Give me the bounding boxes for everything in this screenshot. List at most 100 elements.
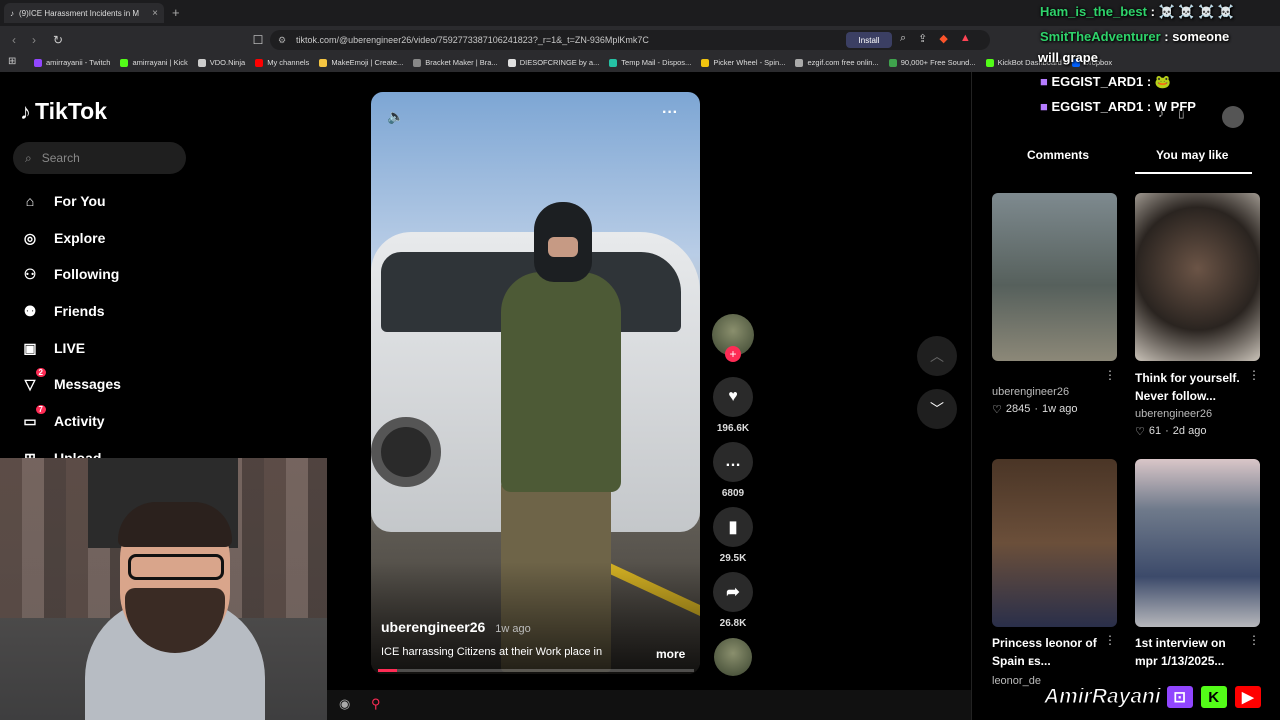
tiktok-favicon-icon: ♪ bbox=[10, 8, 14, 18]
heart-icon[interactable]: ♥ bbox=[713, 377, 753, 417]
sound-avatar[interactable] bbox=[714, 638, 752, 676]
browser-tab[interactable]: ♪ (9)ICE Harassment Incidents in M × bbox=[4, 3, 164, 23]
video-author[interactable]: uberengineer26 1w ago bbox=[381, 619, 531, 635]
card-caption[interactable]: Think for yourself. Never follow... bbox=[1135, 369, 1245, 405]
site-info-icon[interactable]: ⚙ bbox=[278, 35, 286, 46]
video-card-thumbnail[interactable] bbox=[992, 459, 1117, 627]
save-count: 29.5K bbox=[719, 553, 747, 564]
recording-icon[interactable]: ◉ bbox=[339, 696, 350, 712]
share-arrow-icon[interactable]: ➦ bbox=[713, 572, 753, 612]
video-progress-fill bbox=[378, 669, 397, 672]
bookmark-item[interactable]: Picker Wheel - Spin... bbox=[701, 58, 785, 67]
chat-message: Ham_is_the_best : ☠️ ☠️ ☠️ ☠️ bbox=[1040, 4, 1234, 20]
comment-icon[interactable]: … bbox=[713, 442, 753, 482]
twitch-icon: ⊡ bbox=[1164, 684, 1195, 710]
bookmark-save-icon[interactable]: ▮ bbox=[713, 507, 753, 547]
save-action[interactable]: ▮ 29.5K bbox=[712, 507, 754, 564]
close-tab-icon[interactable]: × bbox=[152, 8, 158, 19]
chat-message: ■ EGGIST_ARD1 : W PFP bbox=[1040, 99, 1196, 114]
nav-for-you[interactable]: ⌂ For You bbox=[20, 187, 200, 215]
location-pin-icon[interactable]: ⚲ bbox=[371, 696, 381, 712]
card-user[interactable]: uberengineer26 bbox=[992, 386, 1069, 398]
like-count: 196.6K bbox=[716, 423, 750, 434]
search-icon: ⌕ bbox=[25, 150, 32, 165]
profile-avatar[interactable] bbox=[1222, 106, 1244, 128]
chat-text: will grape bbox=[1038, 50, 1098, 65]
bookmark-item[interactable]: 90,000+ Free Sound... bbox=[888, 58, 976, 67]
bookmark-item[interactable]: My channels bbox=[255, 58, 309, 67]
video-card-thumbnail[interactable] bbox=[1135, 193, 1260, 361]
nav-friends[interactable]: ⚉ Friends bbox=[20, 297, 200, 325]
comment-action[interactable]: … 6809 bbox=[712, 442, 754, 499]
bookmark-item[interactable]: DIESOFCRINGE by a... bbox=[507, 58, 599, 67]
follow-plus-button[interactable]: + bbox=[725, 346, 741, 362]
share-action[interactable]: ➦ 26.8K bbox=[712, 572, 754, 629]
share-icon[interactable]: ⇪ bbox=[918, 32, 927, 45]
webcam-overlay bbox=[0, 458, 327, 720]
bookmark-item[interactable]: Temp Mail - Dispos... bbox=[609, 58, 691, 67]
messages-icon: ▽ 2 bbox=[20, 368, 46, 394]
author-name[interactable]: uberengineer26 bbox=[381, 619, 485, 635]
heart-outline-icon: ♡ bbox=[1135, 426, 1145, 438]
new-tab-button[interactable]: + bbox=[172, 5, 180, 20]
bookmark-item[interactable]: amirrayanii - Twitch bbox=[34, 58, 110, 67]
card-meta: ♡ 61 · 2d ago bbox=[1135, 425, 1207, 438]
nav-messages[interactable]: ▽ 2 Messages bbox=[20, 368, 200, 398]
install-button[interactable]: Install bbox=[846, 32, 892, 48]
officer-body bbox=[501, 272, 621, 492]
rewards-icon[interactable]: ▲ bbox=[960, 32, 971, 45]
card-more-icon[interactable]: ⋮ bbox=[1104, 368, 1116, 382]
nav-explore[interactable]: ◎ Explore bbox=[20, 224, 200, 252]
bookmark-item[interactable]: amirrayani | Kick bbox=[120, 58, 188, 67]
nav-activity[interactable]: ▭ 7 Activity bbox=[20, 405, 200, 435]
video-player[interactable] bbox=[371, 92, 700, 674]
card-caption[interactable]: 1st interview on mpr 1/13/2025... bbox=[1135, 634, 1247, 670]
bracket-icon bbox=[413, 58, 422, 67]
messages-badge: 2 bbox=[35, 368, 46, 377]
bookmark-item[interactable]: MakeEmoji | Create... bbox=[319, 58, 403, 67]
chat-badge-icon: ■ bbox=[1040, 99, 1052, 114]
reload-icon[interactable]: ↻ bbox=[48, 33, 68, 47]
zoom-icon[interactable]: ⌕ bbox=[900, 32, 906, 45]
vdo-ninja-icon bbox=[197, 58, 206, 67]
card-more-icon[interactable]: ⋮ bbox=[1104, 633, 1116, 647]
video-caption: ICE harrassing Citizens at their Work pl… bbox=[381, 646, 603, 658]
nav-following[interactable]: ⚇ Following bbox=[20, 260, 200, 288]
volume-icon[interactable]: 🔈 bbox=[387, 108, 404, 125]
bookmark-item[interactable]: ezgif.com free onlin... bbox=[795, 58, 879, 67]
brave-shield-icon[interactable]: ◆ bbox=[939, 32, 947, 45]
picker-wheel-icon bbox=[701, 58, 710, 67]
heart-outline-icon: ♡ bbox=[992, 404, 1002, 416]
card-caption[interactable]: Princess leonor of Spain ᴇs... bbox=[992, 634, 1104, 670]
video-card-thumbnail[interactable] bbox=[1135, 459, 1260, 627]
card-more-icon[interactable]: ⋮ bbox=[1248, 633, 1260, 647]
apps-grid-icon[interactable]: ⊞ bbox=[8, 56, 16, 67]
tab-you-may-like[interactable]: You may like bbox=[1156, 148, 1228, 162]
forward-icon[interactable]: › bbox=[24, 33, 44, 47]
video-progress-track[interactable] bbox=[378, 669, 694, 672]
browser-actions: ⌕ ⇪ ◆ ▲ bbox=[900, 32, 971, 45]
chat-message: will grape bbox=[1038, 50, 1098, 65]
caption-more-button[interactable]: more bbox=[656, 647, 685, 661]
bookmark-item[interactable]: VDO.Ninja bbox=[197, 58, 245, 67]
like-action[interactable]: ♥ 196.6K bbox=[712, 377, 754, 434]
card-user[interactable]: leonor_de bbox=[992, 675, 1041, 687]
next-video-button[interactable]: ﹀ bbox=[917, 389, 957, 429]
kick-icon: K bbox=[1198, 684, 1229, 710]
more-options-icon[interactable]: ··· bbox=[662, 104, 678, 122]
bookmark-icon[interactable]: ☐ bbox=[248, 33, 268, 47]
taskbar-strip: ◉ ⚲ bbox=[327, 690, 971, 720]
bookmark-item[interactable]: Bracket Maker | Bra... bbox=[413, 58, 498, 67]
nav-live[interactable]: ▣ LIVE bbox=[20, 334, 200, 362]
makeemoji-icon bbox=[319, 58, 328, 67]
back-icon[interactable]: ‹ bbox=[4, 33, 24, 47]
card-user[interactable]: uberengineer26 bbox=[1135, 408, 1212, 420]
search-input[interactable]: ⌕ Search bbox=[13, 142, 186, 174]
tiktok-logo[interactable]: ♪ TikTok bbox=[20, 98, 107, 125]
previous-video-button[interactable]: ︿ bbox=[917, 336, 957, 376]
video-card-thumbnail[interactable] bbox=[992, 193, 1117, 361]
url-text: tiktok.com/@uberengineer26/video/7592773… bbox=[296, 35, 649, 45]
activity-badge: 7 bbox=[35, 405, 46, 414]
tab-comments[interactable]: Comments bbox=[1027, 148, 1089, 162]
card-more-icon[interactable]: ⋮ bbox=[1248, 368, 1260, 382]
